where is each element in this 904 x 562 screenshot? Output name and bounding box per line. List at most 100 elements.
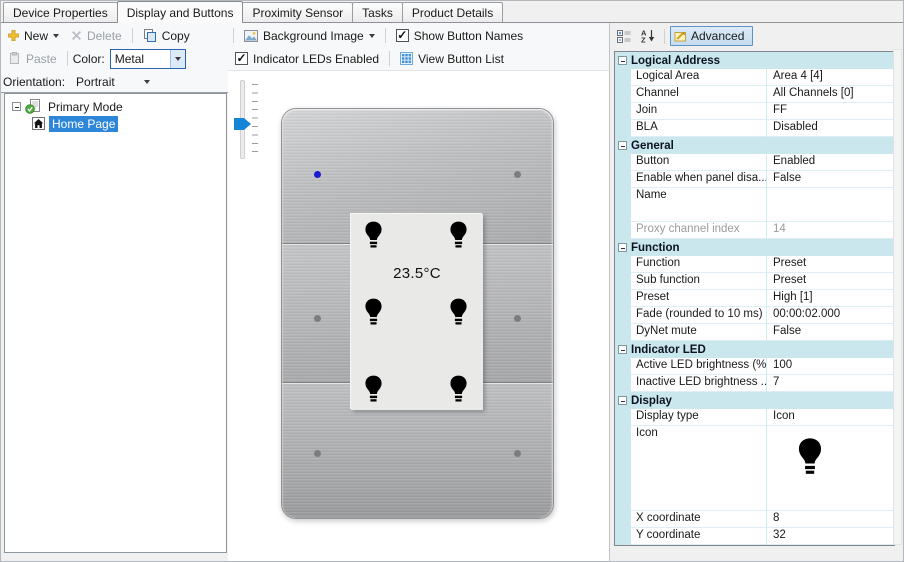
property-row: Logical Area Area 4 [4]: [615, 69, 894, 86]
temperature-readout: 23.5°C: [393, 265, 441, 282]
tree-item-label[interactable]: Primary Mode: [45, 99, 126, 115]
property-value[interactable]: 8: [767, 511, 894, 528]
zoom-slider-thumb[interactable]: [234, 118, 251, 130]
property-value[interactable]: Disabled: [767, 120, 894, 137]
view-button-list-button[interactable]: View Button List: [395, 51, 509, 67]
property-value[interactable]: Enabled: [767, 154, 894, 171]
categorized-view-button[interactable]: [613, 26, 635, 46]
checkbox-icon[interactable]: [235, 52, 248, 65]
property-value[interactable]: High [1]: [767, 290, 894, 307]
collapse-icon[interactable]: [618, 141, 627, 150]
tab-display-and-buttons[interactable]: Display and Buttons: [116, 1, 244, 23]
image-icon: [244, 29, 258, 42]
left-toolbar: New Delete Copy Paste Color: Metal Orien…: [1, 23, 228, 93]
new-button[interactable]: New: [3, 28, 64, 44]
delete-x-icon: [72, 31, 82, 40]
indicator-leds-checkbox[interactable]: Indicator LEDs Enabled: [230, 51, 384, 67]
tab-strip: Device Properties Display and Buttons Pr…: [1, 1, 903, 23]
orientation-combobox[interactable]: Portrait: [71, 72, 155, 92]
toolbar-separator: [66, 51, 68, 66]
show-button-names-checkbox[interactable]: Show Button Names: [391, 28, 528, 44]
tree-item-home-page[interactable]: Home Page: [5, 115, 226, 132]
category-label: Logical Address: [631, 54, 721, 67]
property-value[interactable]: 14: [767, 222, 894, 239]
property-toolbar: A Z Advanced: [610, 23, 903, 49]
advanced-toggle-button[interactable]: Advanced: [670, 26, 754, 46]
property-name: Channel: [631, 86, 767, 103]
property-value[interactable]: Preset: [767, 273, 894, 290]
property-value[interactable]: [767, 426, 894, 511]
property-value[interactable]: False: [767, 171, 894, 188]
category-label: Function: [631, 241, 680, 254]
property-category[interactable]: Display: [615, 392, 894, 409]
collapse-icon[interactable]: [618, 243, 627, 252]
property-value[interactable]: 7: [767, 375, 894, 392]
property-row: Enable when panel disa... False: [615, 171, 894, 188]
property-name: Sub function: [631, 273, 767, 290]
tab-proximity-sensor[interactable]: Proximity Sensor: [242, 2, 354, 22]
keypad-panel[interactable]: 23.5°C: [281, 108, 554, 519]
property-value[interactable]: All Channels [0]: [767, 86, 894, 103]
toolbar-separator: [233, 28, 234, 43]
property-row: Active LED brightness (%) 100: [615, 358, 894, 375]
property-name: BLA: [631, 120, 767, 137]
tab-tasks[interactable]: Tasks: [352, 2, 403, 22]
color-label: Color:: [72, 51, 105, 66]
property-grid-scrollbar[interactable]: [893, 49, 902, 545]
category-label: Indicator LED: [631, 343, 706, 356]
property-category[interactable]: Indicator LED: [615, 341, 894, 358]
property-name: X coordinate: [631, 511, 767, 528]
chevron-down-icon: [143, 79, 150, 84]
property-value[interactable]: Area 4 [4]: [767, 69, 894, 86]
tab-product-details[interactable]: Product Details: [401, 2, 504, 22]
property-row: BLA Disabled: [615, 120, 894, 137]
property-category[interactable]: Function: [615, 239, 894, 256]
tree-item-label[interactable]: Home Page: [49, 115, 119, 132]
property-row: Proxy channel index 14: [615, 222, 894, 239]
property-value[interactable]: False: [767, 324, 894, 341]
property-name: Enable when panel disa...: [631, 171, 767, 188]
property-name: Display type: [631, 409, 767, 426]
property-row: X coordinate 8: [615, 511, 894, 528]
home-icon: [32, 117, 45, 130]
property-grid: Logical Address Logical Area Area 4 [4] Cha…: [614, 51, 895, 546]
collapse-icon[interactable]: [12, 102, 21, 111]
bulb-icon: [449, 298, 468, 325]
property-value[interactable]: [767, 188, 894, 222]
property-row: Sub function Preset: [615, 273, 894, 290]
collapse-icon[interactable]: [618, 56, 627, 65]
zoom-slider-ticks: [252, 84, 258, 158]
property-value[interactable]: Preset: [767, 256, 894, 273]
property-name: Active LED brightness (%): [631, 358, 767, 375]
property-row: Y coordinate 32: [615, 528, 894, 545]
property-name: Inactive LED brightness ...: [631, 375, 767, 392]
property-name: Join: [631, 103, 767, 120]
property-value[interactable]: FF: [767, 103, 894, 120]
bulb-icon: [364, 298, 383, 325]
copy-button[interactable]: Copy: [138, 28, 195, 44]
property-value[interactable]: 00:00:02.000: [767, 307, 894, 324]
alphabetical-sort-button[interactable]: A Z: [637, 26, 659, 46]
paste-button[interactable]: Paste: [3, 51, 62, 67]
grid-list-icon: [400, 52, 414, 65]
lcd-screen[interactable]: 23.5°C: [351, 214, 483, 410]
color-combobox[interactable]: Metal: [109, 48, 186, 69]
checkbox-icon[interactable]: [395, 29, 409, 42]
collapse-icon[interactable]: [618, 396, 627, 405]
panel-preview-area: 23.5°C: [228, 71, 609, 561]
property-name: Name: [631, 188, 767, 222]
property-pane: A Z Advanced Logical Address Logical Area…: [609, 23, 903, 561]
property-category[interactable]: Logical Address: [615, 52, 894, 69]
collapse-icon[interactable]: [618, 345, 627, 354]
property-value[interactable]: 32: [767, 528, 894, 545]
property-category[interactable]: General: [615, 137, 894, 154]
property-value[interactable]: Icon: [767, 409, 894, 426]
bulb-icon: [364, 375, 383, 402]
tab-device-properties[interactable]: Device Properties: [3, 2, 118, 22]
property-value[interactable]: 100: [767, 358, 894, 375]
delete-button[interactable]: Delete: [66, 28, 127, 44]
background-image-button[interactable]: Background Image: [239, 28, 380, 44]
led-indicator: [514, 450, 521, 457]
tree-item-primary-mode[interactable]: Primary Mode: [5, 98, 226, 115]
orientation-label: Orientation:: [3, 74, 66, 89]
